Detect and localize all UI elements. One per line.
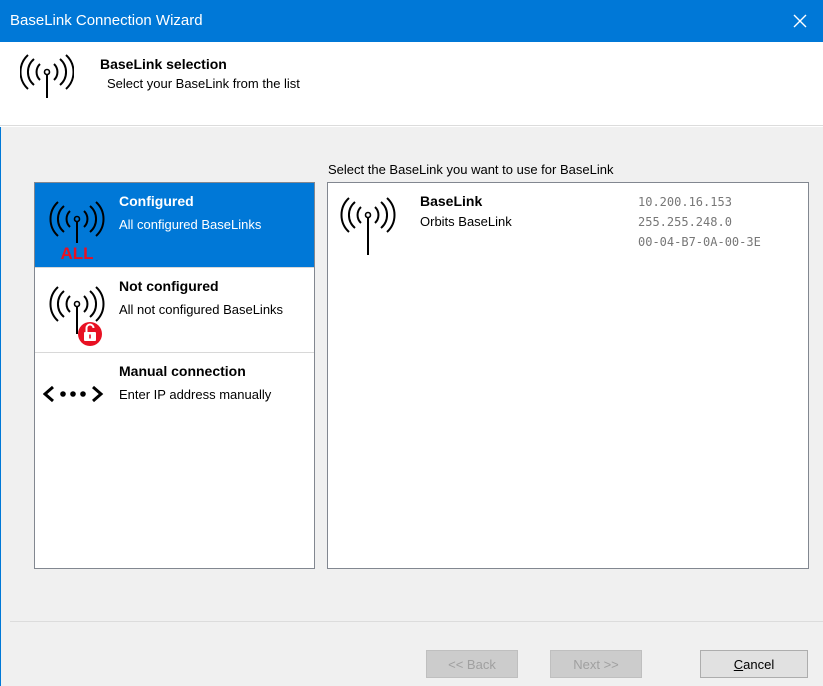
cancel-mnemonic: C [733,656,744,672]
list-item[interactable]: BaseLink Orbits BaseLink 10.200.16.153 2… [328,183,808,263]
category-title: Configured [119,193,194,209]
category-subtitle: All configured BaseLinks [119,217,262,232]
antenna-icon [338,193,404,262]
close-button[interactable] [777,0,823,42]
category-title: Not configured [119,278,219,294]
wizard-header: BaseLink selection Select your BaseLink … [0,42,823,126]
baselink-mac: 00-04-B7-0A-00-3E [638,235,761,249]
baselink-subnet-mask: 255.255.248.0 [638,215,732,229]
category-configured[interactable]: ALL Configured All configured BaseLinks [35,183,314,267]
category-list: ALL Configured All configured BaseLinks [34,182,315,569]
category-subtitle: Enter IP address manually [119,387,272,402]
next-button[interactable]: Next >> [550,650,642,678]
footer-divider [10,621,823,622]
header-subtitle: Select your BaseLink from the list [107,76,300,91]
antenna-all-icon: ALL [43,197,111,263]
category-title: Manual connection [119,363,246,379]
header-title: BaseLink selection [100,56,227,72]
badge-all-text: ALL [60,244,93,263]
cancel-label: ancel [743,656,775,672]
antenna-icon [19,52,75,111]
category-not-configured[interactable]: Not configured All not configured BaseLi… [35,268,314,352]
back-button[interactable]: << Back [426,650,518,678]
baselink-ip: 10.200.16.153 [638,195,732,209]
baselink-type: Orbits BaseLink [420,214,512,229]
baselink-name: BaseLink [420,193,483,209]
category-manual-connection[interactable]: Manual connection Enter IP address manua… [35,353,314,437]
category-subtitle: All not configured BaseLinks [119,302,284,317]
manual-connection-icon [42,367,111,433]
title-bar: BaseLink Connection Wizard [0,0,823,42]
window-title: BaseLink Connection Wizard [10,12,203,29]
baselink-list: BaseLink Orbits BaseLink 10.200.16.153 2… [327,182,809,569]
close-icon [793,14,807,28]
antenna-unlocked-icon [43,282,111,348]
baselink-list-label: Select the BaseLink you want to use for … [328,162,614,177]
cancel-button[interactable]: Cancel [700,650,808,678]
